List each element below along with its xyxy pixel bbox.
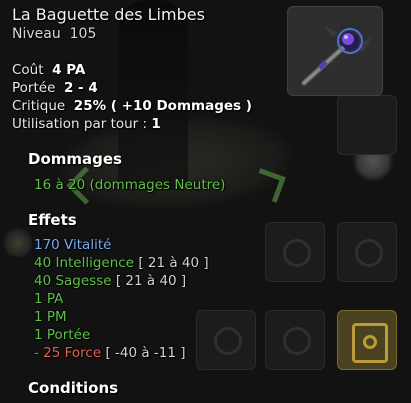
critical-value: 25% ( +10 Dommages ) (73, 98, 252, 114)
equipment-slot[interactable] (196, 310, 256, 370)
critical-row: Critique 25% ( +10 Dommages ) (12, 98, 252, 114)
wand-icon (301, 21, 372, 86)
effect-text: 1 PA (34, 291, 64, 307)
effect-range: [ -40 à -11 ] (105, 345, 186, 361)
effect-line: 1 PA (34, 291, 63, 307)
critical-label: Critique (12, 98, 66, 114)
damage-line: 16 à 20 (dommages Neutre) (34, 177, 226, 193)
effect-range: [ 21 à 40 ] (138, 255, 209, 271)
item-level: Niveau 105 (12, 26, 96, 42)
uses-label: Utilisation par tour : (12, 116, 148, 132)
equipment-slot[interactable] (265, 310, 325, 370)
item-image (287, 6, 383, 96)
range-value: 2 - 4 (63, 80, 98, 96)
equipment-slot-icon (4, 228, 32, 258)
effect-line: 170 Vitalité (34, 237, 111, 253)
effects-heading: Effets (28, 211, 77, 229)
effect-text: 170 Vitalité (34, 237, 112, 253)
effect-line: 40 Sagesse [ 21 à 40 ] (34, 273, 186, 289)
effect-text: 1 Portée (34, 327, 91, 343)
uses-row: Utilisation par tour : 1 (12, 116, 161, 132)
cost-value: 4 PA (52, 62, 86, 78)
effect-line: 1 Portée (34, 327, 90, 343)
range-label: Portée (12, 80, 56, 96)
uses-value: 1 (151, 116, 161, 132)
equipment-slot-highlighted[interactable] (337, 310, 397, 370)
effect-line: - 25 Force [ -40 à -11 ] (34, 345, 186, 361)
cost-label: Coût (12, 62, 44, 78)
effect-line: 1 PM (34, 309, 67, 325)
level-value: 105 (69, 26, 97, 42)
cost-row: Coût 4 PA (12, 62, 85, 78)
effect-text: 40 Intelligence (34, 255, 135, 271)
effect-text: 1 PM (34, 309, 67, 325)
effect-text: - 25 Force (34, 345, 102, 361)
item-name: La Baguette des Limbes (12, 5, 205, 24)
conditions-heading: Conditions (28, 379, 119, 397)
level-label: Niveau (12, 26, 61, 42)
effect-line: 40 Intelligence [ 21 à 40 ] (34, 255, 209, 271)
equipment-slot[interactable] (337, 95, 397, 155)
character-silhouette (118, 0, 188, 190)
range-row: Portée 2 - 4 (12, 80, 98, 96)
damage-heading: Dommages (28, 150, 122, 168)
equipment-slot[interactable] (265, 222, 325, 282)
effect-range: [ 21 à 40 ] (115, 273, 187, 289)
equipment-slot[interactable] (337, 222, 397, 282)
effect-text: 40 Sagesse (34, 273, 112, 289)
